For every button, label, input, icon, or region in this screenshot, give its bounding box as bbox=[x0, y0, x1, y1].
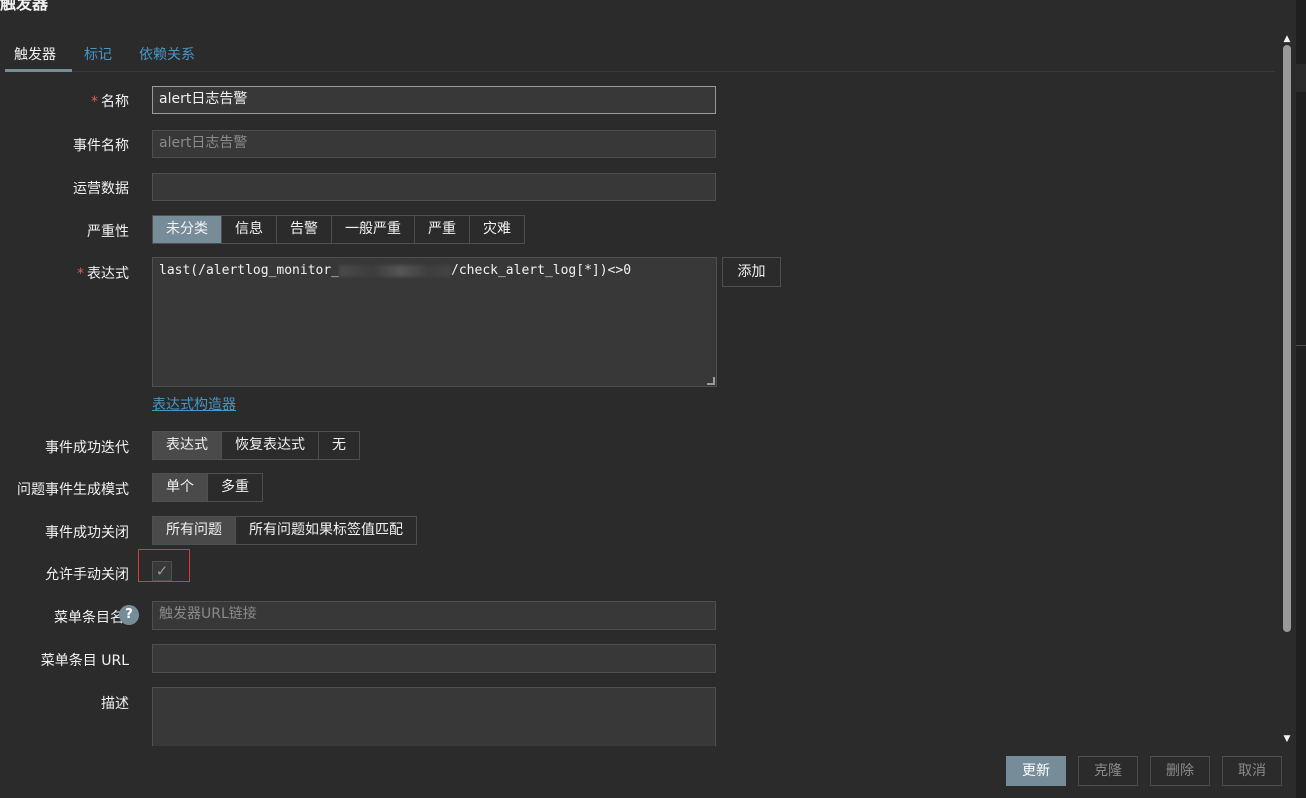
ok-event-closes-selector: 所有问题 所有问题如果标签值匹配 bbox=[152, 516, 417, 545]
closes-all-problems[interactable]: 所有问题 bbox=[153, 517, 236, 544]
severity-label: 严重性 bbox=[87, 224, 129, 240]
ok-gen-recovery-expression[interactable]: 恢复表达式 bbox=[222, 432, 319, 459]
update-button[interactable]: 更新 bbox=[1006, 756, 1066, 786]
ok-event-generation-selector: 表达式 恢复表达式 无 bbox=[152, 431, 360, 460]
url-name-label: 菜单条目名 bbox=[54, 610, 124, 626]
problem-mode-single[interactable]: 单个 bbox=[153, 474, 208, 501]
add-expression-button[interactable]: 添加 bbox=[722, 257, 781, 287]
severity-average[interactable]: 一般严重 bbox=[332, 216, 415, 243]
cancel-button[interactable]: 取消 bbox=[1222, 756, 1282, 786]
ok-gen-expression[interactable]: 表达式 bbox=[153, 432, 222, 459]
background-page-edge bbox=[1296, 0, 1306, 798]
url-input[interactable] bbox=[152, 644, 716, 673]
ok-event-generation-label: 事件成功迭代 bbox=[45, 440, 129, 456]
tab-tags[interactable]: 标记 bbox=[84, 44, 112, 64]
dialog-title: 触发器 bbox=[0, 0, 49, 13]
name-input[interactable]: alert日志告警 bbox=[152, 86, 716, 114]
severity-selector: 未分类 信息 告警 一般严重 严重 灾难 bbox=[152, 215, 525, 244]
expression-label: * 表达式 bbox=[77, 266, 129, 282]
description-textarea[interactable] bbox=[152, 687, 716, 746]
vertical-scrollbar[interactable]: ▲ ▼ bbox=[1280, 31, 1294, 746]
expression-text-start: last(/alertlog_monitor_ bbox=[159, 263, 340, 278]
tab-divider bbox=[5, 71, 1275, 72]
name-label: * 名称 bbox=[91, 94, 129, 110]
tab-trigger[interactable]: 触发器 bbox=[14, 44, 56, 64]
ok-event-closes-label: 事件成功关闭 bbox=[45, 525, 129, 541]
help-icon[interactable]: ? bbox=[119, 605, 139, 625]
event-name-label: 事件名称 bbox=[73, 138, 129, 154]
ok-gen-none[interactable]: 无 bbox=[319, 432, 359, 459]
scroll-down-icon[interactable]: ▼ bbox=[1281, 733, 1293, 745]
problem-mode-label: 问题事件生成模式 bbox=[17, 482, 129, 498]
delete-button[interactable]: 删除 bbox=[1150, 756, 1210, 786]
background-divider bbox=[1296, 345, 1306, 346]
tab-dependencies[interactable]: 依赖关系 bbox=[139, 44, 195, 64]
description-label: 描述 bbox=[101, 696, 129, 712]
url-label: 菜单条目 URL bbox=[40, 653, 129, 669]
manual-close-label: 允许手动关闭 bbox=[45, 567, 129, 583]
expression-text-end: /check_alert_log[*])<>0 bbox=[451, 263, 632, 278]
clone-button[interactable]: 克隆 bbox=[1078, 756, 1138, 786]
scroll-up-icon[interactable]: ▲ bbox=[1281, 33, 1293, 45]
severity-disaster[interactable]: 灾难 bbox=[470, 216, 524, 243]
problem-mode-selector: 单个 多重 bbox=[152, 473, 263, 502]
redacted-host-blur bbox=[339, 264, 452, 277]
annotation-highlight-box bbox=[138, 549, 190, 582]
opdata-input[interactable] bbox=[152, 173, 716, 201]
problem-mode-multiple[interactable]: 多重 bbox=[208, 474, 262, 501]
url-name-input[interactable]: 触发器URL链接 bbox=[152, 601, 716, 630]
trigger-dialog: 触发器 触发器 标记 依赖关系 * 名称 alert日志告警 事件名称 alert… bbox=[0, 0, 1296, 798]
scroll-thumb[interactable] bbox=[1283, 45, 1291, 632]
resize-handle[interactable] bbox=[707, 377, 715, 385]
opdata-label: 运营数据 bbox=[73, 181, 129, 197]
severity-high[interactable]: 严重 bbox=[415, 216, 470, 243]
severity-not-classified[interactable]: 未分类 bbox=[153, 216, 222, 243]
active-tab-indicator bbox=[5, 69, 72, 72]
event-name-input[interactable]: alert日志告警 bbox=[152, 130, 716, 158]
required-mark: * bbox=[91, 94, 98, 110]
expression-textarea[interactable]: last(/alertlog_monitor_ /check_alert_log[… bbox=[152, 257, 717, 387]
severity-information[interactable]: 信息 bbox=[222, 216, 277, 243]
background-panel-strip bbox=[1296, 64, 1306, 92]
severity-warning[interactable]: 告警 bbox=[277, 216, 332, 243]
expression-builder-link[interactable]: 表达式构造器 bbox=[152, 394, 236, 414]
required-mark: * bbox=[77, 266, 84, 282]
closes-if-tag-matches[interactable]: 所有问题如果标签值匹配 bbox=[236, 517, 416, 544]
